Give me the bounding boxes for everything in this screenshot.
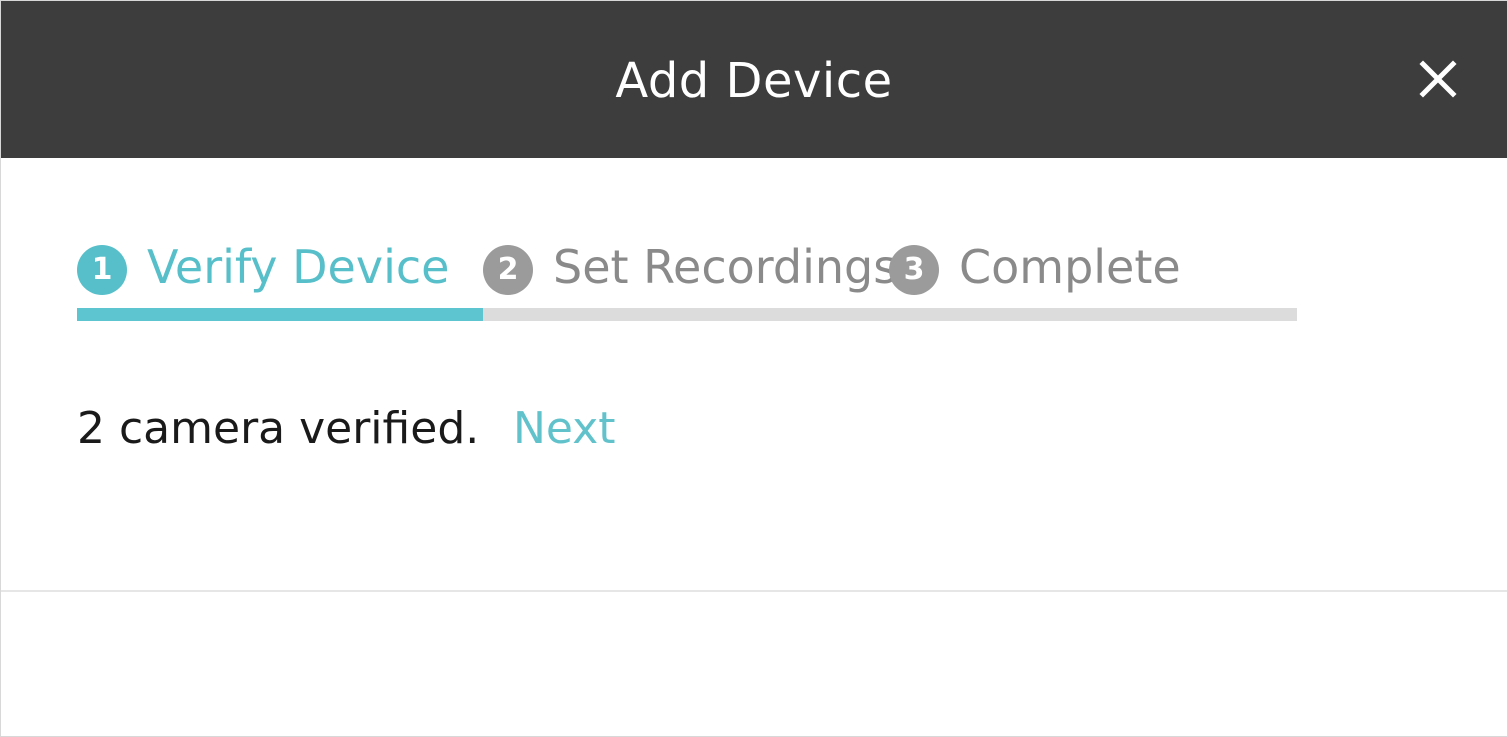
verification-status-text: 2 camera verified. bbox=[77, 403, 480, 454]
step-3-number-badge: 3 bbox=[889, 245, 939, 295]
footer-divider bbox=[1, 590, 1507, 592]
step-progress-track bbox=[77, 308, 1297, 321]
add-device-dialog: Add Device 1 Verify Device 2 Set Recordi… bbox=[0, 0, 1508, 737]
step-3-label: Complete bbox=[959, 240, 1181, 294]
dialog-title: Add Device bbox=[615, 53, 893, 109]
step-progress-fill bbox=[77, 308, 483, 321]
close-icon[interactable] bbox=[1415, 56, 1461, 102]
dialog-titlebar: Add Device bbox=[1, 1, 1507, 158]
step-1-number-badge: 1 bbox=[77, 245, 127, 295]
step-2-label: Set Recordings bbox=[553, 240, 898, 294]
step-2-number-badge: 2 bbox=[483, 245, 533, 295]
next-link[interactable]: Next bbox=[513, 399, 616, 459]
step-1-label: Verify Device bbox=[147, 240, 450, 294]
